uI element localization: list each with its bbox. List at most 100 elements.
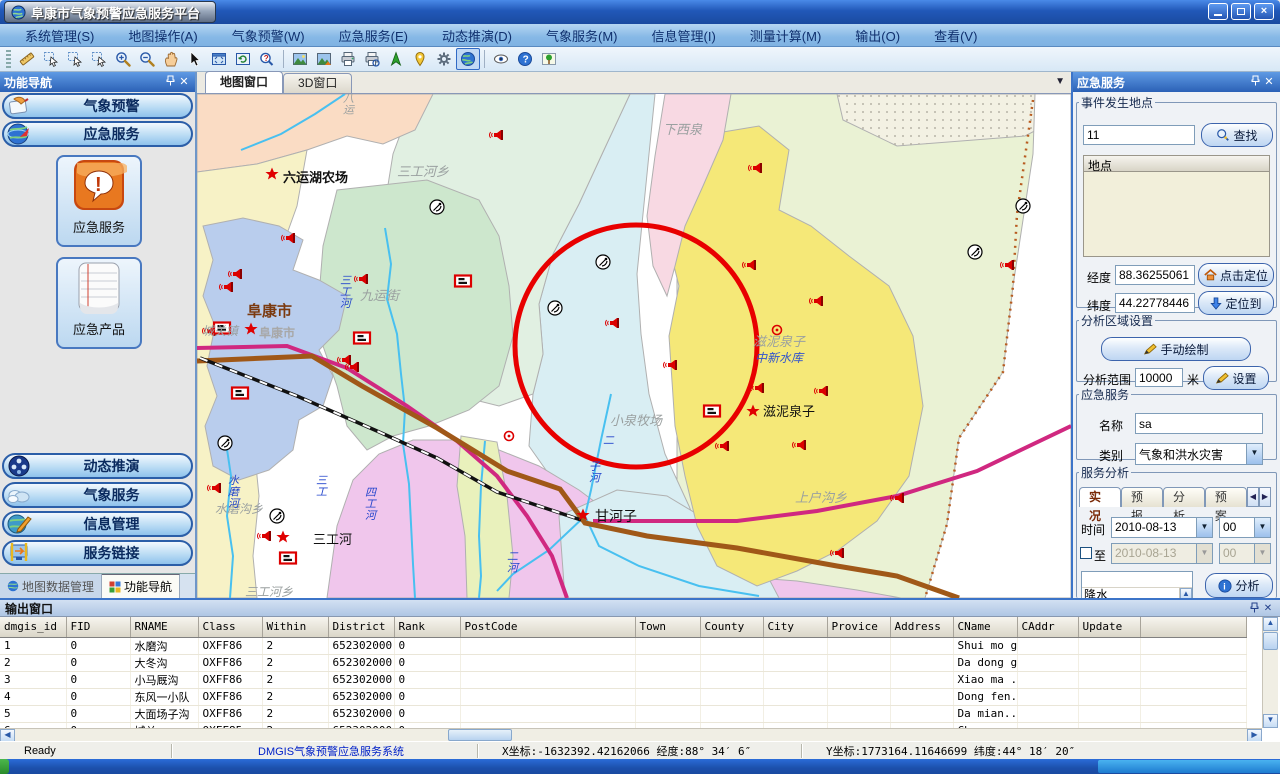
close-icon[interactable]: ✕ [1262,75,1276,89]
toolbar-emergency-globe-button[interactable] [456,48,480,70]
antenna-icon[interactable] [596,255,610,269]
column-header[interactable]: dmgis_id [0,617,66,637]
tab-map-window[interactable]: 地图窗口 [205,71,283,93]
toolbar-refresh-button[interactable] [231,48,255,70]
place-column-header[interactable]: 地点 [1083,155,1270,172]
menu-system[interactable]: 系统管理(S) [8,24,111,47]
toolbar-full-extent-button[interactable] [207,48,231,70]
hour-from-select[interactable]: 00▼ [1219,517,1271,538]
close-button[interactable]: × [1254,3,1274,20]
start-button[interactable] [0,759,9,774]
toolbar-settings-button[interactable] [432,48,456,70]
hour-to-select[interactable]: 00▼ [1219,543,1271,564]
menu-weather-service[interactable]: 气象服务(M) [529,24,635,47]
column-header[interactable]: County [700,617,763,637]
manual-draw-button[interactable]: 手动绘制 [1101,337,1251,361]
toolbar-map-image-button[interactable] [288,48,312,70]
antenna-icon[interactable] [270,509,284,523]
star-icon[interactable] [276,531,289,543]
longitude-input[interactable] [1115,265,1195,285]
scroll-down-icon[interactable]: ▼ [1263,714,1278,728]
group-dynamic-deduction[interactable]: 动态推演 [2,453,193,479]
tab-scroll-right-icon[interactable]: ▶ [1259,487,1271,507]
minimize-button[interactable] [1208,3,1228,20]
table-row[interactable]: 10水磨沟OXFF8626523020000Shui mo gou [0,637,1246,654]
column-header[interactable]: Rank [394,617,460,637]
toolbar-pointer-button[interactable] [183,48,207,70]
tool-emergency-product[interactable]: 应急产品 [56,257,142,349]
table-horizontal-scrollbar[interactable]: ◀ ▶ [0,728,1262,742]
toolbar-grip[interactable] [6,50,11,68]
speaker-icon[interactable] [258,531,272,541]
tab-map-data-management[interactable]: 地图数据管理 [0,574,102,598]
table-row[interactable]: 20大冬沟OXFF8626523020000Da dong gou [0,654,1246,671]
menu-weather-warning[interactable]: 气象预警(W) [215,24,322,47]
toolbar-pan-button[interactable] [159,48,183,70]
table-vertical-scrollbar[interactable]: ▲ ▼ [1262,617,1278,728]
close-icon[interactable]: ✕ [177,75,191,89]
tab-live[interactable]: 实况 [1079,487,1121,507]
latitude-input[interactable] [1115,293,1195,313]
column-header[interactable]: RNAME [130,617,198,637]
close-icon[interactable]: ✕ [1261,602,1275,615]
toolbar-visibility-button[interactable] [489,48,513,70]
service-name-input[interactable] [1135,413,1263,434]
toolbar-north-arrow-button[interactable] [384,48,408,70]
toolbar-identify-button[interactable]: ? [255,48,279,70]
group-info-management[interactable]: 信息管理 [2,511,193,537]
service-type-select[interactable]: 气象和洪水灾害 ▼ [1135,443,1263,465]
menu-output[interactable]: 输出(O) [838,24,917,47]
toolbar-export-image-button[interactable] [312,48,336,70]
group-weather-warning[interactable]: 气象预警 [2,93,193,119]
toolbar-select-free-button[interactable] [87,48,111,70]
antenna-icon[interactable] [218,436,232,450]
pin-icon[interactable] [163,75,177,89]
menu-map-ops[interactable]: 地图操作(A) [111,24,214,47]
pin-icon[interactable] [1247,602,1261,615]
menu-emergency[interactable]: 应急服务(E) [322,24,425,47]
table-row[interactable]: 50大面场子沟OXFF8626523020000Da mian... [0,705,1246,722]
scrollbar-thumb[interactable] [448,729,512,741]
range-input[interactable] [1135,368,1183,387]
restore-button[interactable] [1231,3,1251,20]
flag-icon[interactable] [280,553,296,564]
column-header[interactable]: Town [635,617,700,637]
group-emergency-service[interactable]: 应急服务 [2,121,193,147]
column-header[interactable]: Address [890,617,953,637]
toolbar-export-tree-button[interactable] [537,48,561,70]
flag-icon[interactable] [704,406,720,417]
toolbar-measure-button[interactable] [15,48,39,70]
toolbar-print-preview-button[interactable] [360,48,384,70]
menu-measure[interactable]: 测量计算(M) [733,24,839,47]
table-row[interactable]: 40东风一小队OXFF8626523020000Dong fen... [0,688,1246,705]
chevron-down-icon[interactable]: ▼ [1254,518,1270,537]
date-to-select[interactable]: 2010-08-13▼ [1111,543,1213,564]
group-service-links[interactable]: 服务链接 [2,540,193,566]
location-keyword-input[interactable] [1083,125,1195,145]
menu-dynamic[interactable]: 动态推演(D) [425,24,529,47]
column-header[interactable]: CAddr [1017,617,1078,637]
scrollbar-thumb[interactable] [1263,632,1278,650]
pin-icon[interactable] [1248,75,1262,89]
column-header[interactable]: PostCode [460,617,635,637]
column-header[interactable]: Within [262,617,328,637]
tab-plan[interactable]: 预案 [1205,487,1247,507]
flag-icon[interactable] [354,333,370,344]
tab-3d-window[interactable]: 3D窗口 [283,73,352,93]
analyze-button[interactable]: i 分析 [1205,573,1273,598]
antenna-icon[interactable] [548,301,562,315]
column-header[interactable]: District [328,617,394,637]
search-button[interactable]: 查找 [1201,123,1273,147]
toolbar-help-button[interactable]: ? [513,48,537,70]
chevron-down-icon[interactable]: ▼ [1196,518,1212,537]
column-header[interactable]: Class [198,617,262,637]
place-list[interactable] [1083,172,1270,257]
menu-info[interactable]: 信息管理(I) [635,24,733,47]
toolbar-print-button[interactable] [336,48,360,70]
column-header[interactable]: CName [953,617,1017,637]
antenna-icon[interactable] [430,200,444,214]
column-header[interactable]: FID [66,617,130,637]
tab-function-nav[interactable]: 功能导航 [102,574,180,598]
antenna-icon[interactable] [1016,199,1030,213]
tab-forecast[interactable]: 预报 [1121,487,1163,507]
